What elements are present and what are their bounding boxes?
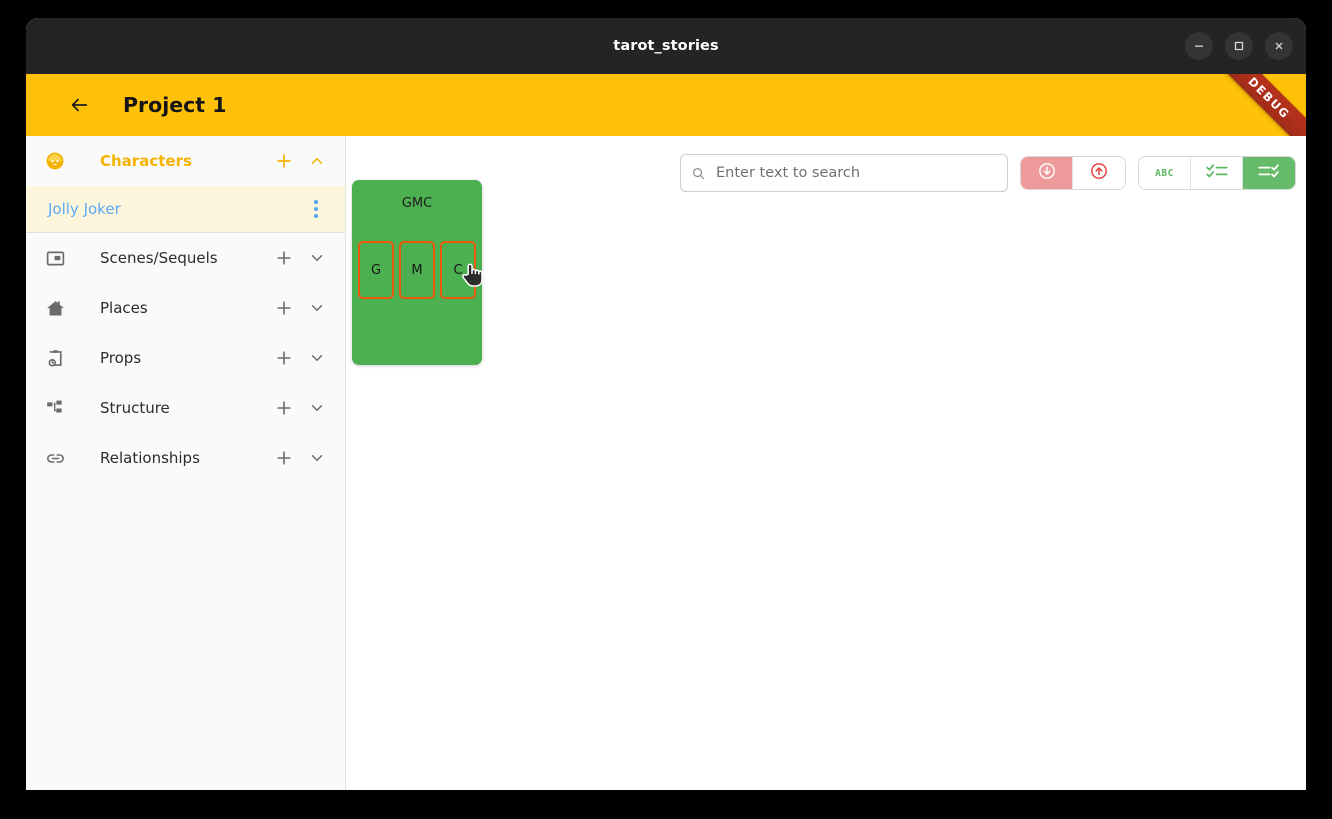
chevron-down-icon (311, 255, 323, 261)
sidebar-section-label: Props (100, 349, 142, 367)
chevron-up-icon (311, 158, 323, 164)
sidebar-item-label: Jolly Joker (48, 200, 121, 218)
page-title: Project 1 (123, 93, 227, 117)
window-controls (1185, 18, 1293, 74)
add-place-button[interactable] (267, 298, 301, 318)
chevron-down-icon (311, 455, 323, 461)
body: Characters Jolly Joker Scenes/Sequels Pl… (26, 136, 1306, 790)
character-face-icon (38, 150, 72, 172)
title-bar: tarot_stories (26, 18, 1306, 74)
back-button[interactable] (64, 90, 94, 120)
add-scene-button[interactable] (267, 248, 301, 268)
search-icon (691, 166, 706, 181)
subcard-motivation[interactable]: M (399, 241, 435, 299)
subcard-goal[interactable]: G (358, 241, 394, 299)
chevron-down-icon (311, 305, 323, 311)
debug-ribbon-label: DEBUG (1245, 74, 1293, 122)
debug-ribbon: DEBUG (1208, 74, 1306, 136)
gmc-card-title: GMC (401, 196, 433, 211)
sidebar-section-characters[interactable]: Characters (26, 136, 345, 186)
collapse-characters-button[interactable] (301, 152, 333, 170)
search-input[interactable] (716, 165, 997, 181)
sidebar-section-label: Structure (100, 399, 170, 417)
maximize-button[interactable] (1225, 32, 1253, 60)
subcard-conflict[interactable]: C (440, 241, 476, 299)
chevron-down-icon (311, 355, 323, 361)
sidebar-section-props[interactable]: Props (26, 333, 345, 383)
card-area: GMC G M C (352, 180, 1306, 790)
sidebar: Characters Jolly Joker Scenes/Sequels Pl… (26, 136, 346, 790)
sidebar-section-label: Relationships (100, 449, 200, 467)
gmc-subcards: G M C (352, 241, 482, 299)
sidebar-section-relationships[interactable]: Relationships (26, 433, 345, 483)
plus-icon (277, 154, 291, 168)
minimize-button[interactable] (1185, 32, 1213, 60)
app-bar: Project 1 DEBUG (26, 74, 1306, 136)
expand-places-button[interactable] (301, 299, 333, 317)
plus-icon (277, 401, 291, 415)
plus-icon (277, 301, 291, 315)
clipboard-clock-icon (38, 348, 72, 369)
plus-icon (277, 351, 291, 365)
sidebar-section-structure[interactable]: Structure (26, 383, 345, 433)
sidebar-section-scenes-sequels[interactable]: Scenes/Sequels (26, 233, 345, 283)
add-prop-button[interactable] (267, 348, 301, 368)
account-tree-icon (38, 398, 72, 419)
more-vertical-icon[interactable] (303, 196, 329, 222)
maximize-icon (1234, 41, 1244, 51)
main-content: ABC (346, 136, 1306, 790)
add-relationship-button[interactable] (267, 448, 301, 468)
sidebar-item-jolly-joker[interactable]: Jolly Joker (26, 186, 345, 232)
expand-relationships-button[interactable] (301, 449, 333, 467)
abc-icon: ABC (1155, 167, 1174, 179)
scene-icon (38, 248, 72, 269)
gmc-card[interactable]: GMC G M C (352, 180, 482, 365)
close-button[interactable] (1265, 32, 1293, 60)
expand-structure-button[interactable] (301, 399, 333, 417)
sidebar-section-places[interactable]: Places (26, 283, 345, 333)
add-structure-button[interactable] (267, 398, 301, 418)
arrow-left-icon (71, 98, 88, 112)
app-window: tarot_stories Project 1 DEBUG Characters… (26, 18, 1306, 790)
minimize-icon (1195, 45, 1203, 47)
sidebar-section-label: Scenes/Sequels (100, 249, 218, 267)
chevron-down-icon (311, 405, 323, 411)
link-icon (38, 448, 72, 469)
plus-icon (277, 251, 291, 265)
expand-scenes-button[interactable] (301, 249, 333, 267)
close-icon (1275, 42, 1283, 50)
window-title: tarot_stories (613, 38, 719, 54)
sidebar-section-label: Characters (100, 152, 192, 170)
sidebar-section-label: Places (100, 299, 148, 317)
expand-props-button[interactable] (301, 349, 333, 367)
plus-icon (277, 451, 291, 465)
add-character-button[interactable] (267, 151, 301, 171)
home-icon (38, 298, 72, 319)
